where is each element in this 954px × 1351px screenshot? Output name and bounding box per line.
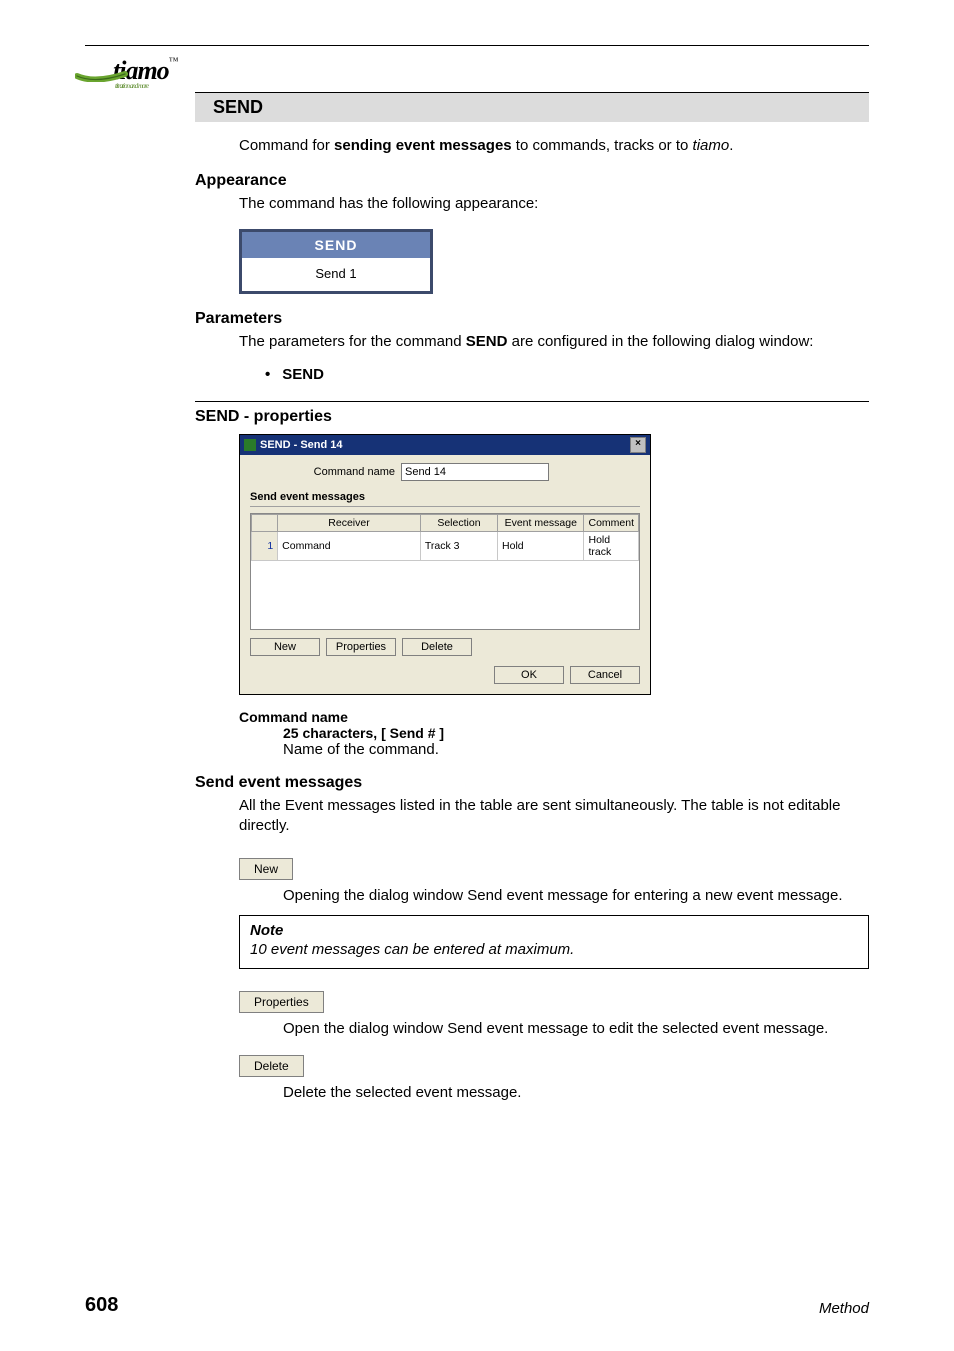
group-label: Send event messages: [250, 491, 640, 503]
logo-swoosh-icon: [75, 62, 145, 82]
note-box: Note 10 event messages can be entered at…: [239, 915, 869, 969]
properties-button-sample: Properties: [239, 991, 324, 1013]
delete-button-desc: Delete the selected event message.: [283, 1083, 869, 1103]
send-event-messages-text: All the Event messages listed in the tab…: [239, 796, 869, 837]
section-title: SEND: [195, 92, 869, 122]
command-name-label: Command name: [250, 466, 401, 478]
command-name-input[interactable]: [401, 463, 549, 481]
ok-button[interactable]: OK: [494, 666, 564, 684]
bullet-icon: •: [265, 366, 270, 383]
new-button[interactable]: New: [250, 638, 320, 656]
logo-tm: ™: [169, 56, 178, 67]
table-row[interactable]: 1 Command Track 3 Hold Hold track: [252, 531, 639, 560]
delete-button-sample: Delete: [239, 1055, 304, 1077]
event-table: Receiver Selection Event message Comment…: [250, 513, 640, 630]
parameters-text: The parameters for the command SEND are …: [239, 332, 869, 352]
table-header-row: Receiver Selection Event message Comment: [252, 514, 639, 531]
dialog-titlebar: SEND - Send 14 ×: [240, 435, 650, 455]
appearance-text: The command has the following appearance…: [239, 194, 869, 214]
appearance-heading: Appearance: [195, 172, 869, 190]
dialog-app-icon: [244, 439, 256, 451]
parameters-heading: Parameters: [195, 310, 869, 328]
command-block-head: SEND: [242, 232, 430, 258]
close-icon[interactable]: ×: [630, 437, 646, 453]
delete-button[interactable]: Delete: [402, 638, 472, 656]
def-body: Name of the command.: [283, 741, 869, 758]
command-block-body: Send 1: [242, 258, 430, 291]
properties-button[interactable]: Properties: [326, 638, 396, 656]
def-constraint: 25 characters, [ Send # ]: [283, 725, 869, 741]
new-button-sample: New: [239, 858, 293, 880]
page-number: 608: [85, 1294, 118, 1317]
dialog-screenshot: SEND - Send 14 × Command name Send event…: [239, 434, 651, 695]
def-command-name: Command name: [239, 709, 869, 725]
footer-title: Method: [819, 1300, 869, 1317]
note-body: 10 event messages can be entered at maxi…: [250, 941, 858, 958]
command-block: SEND Send 1: [239, 229, 433, 294]
properties-button-desc: Open the dialog window Send event messag…: [283, 1019, 869, 1039]
parameters-bullet: •SEND: [265, 366, 869, 383]
note-heading: Note: [250, 922, 858, 939]
logo-subtitle: titration and more: [115, 82, 148, 90]
new-button-desc: Opening the dialog window Send event mes…: [283, 886, 869, 906]
logo: tiamo™ titration and more: [85, 56, 177, 86]
intro-text: Command for sending event messages to co…: [239, 136, 869, 156]
send-event-messages-heading: Send event messages: [195, 774, 869, 792]
cancel-button[interactable]: Cancel: [570, 666, 640, 684]
send-properties-heading: SEND - properties: [195, 408, 869, 426]
dialog-title: SEND - Send 14: [260, 439, 343, 451]
